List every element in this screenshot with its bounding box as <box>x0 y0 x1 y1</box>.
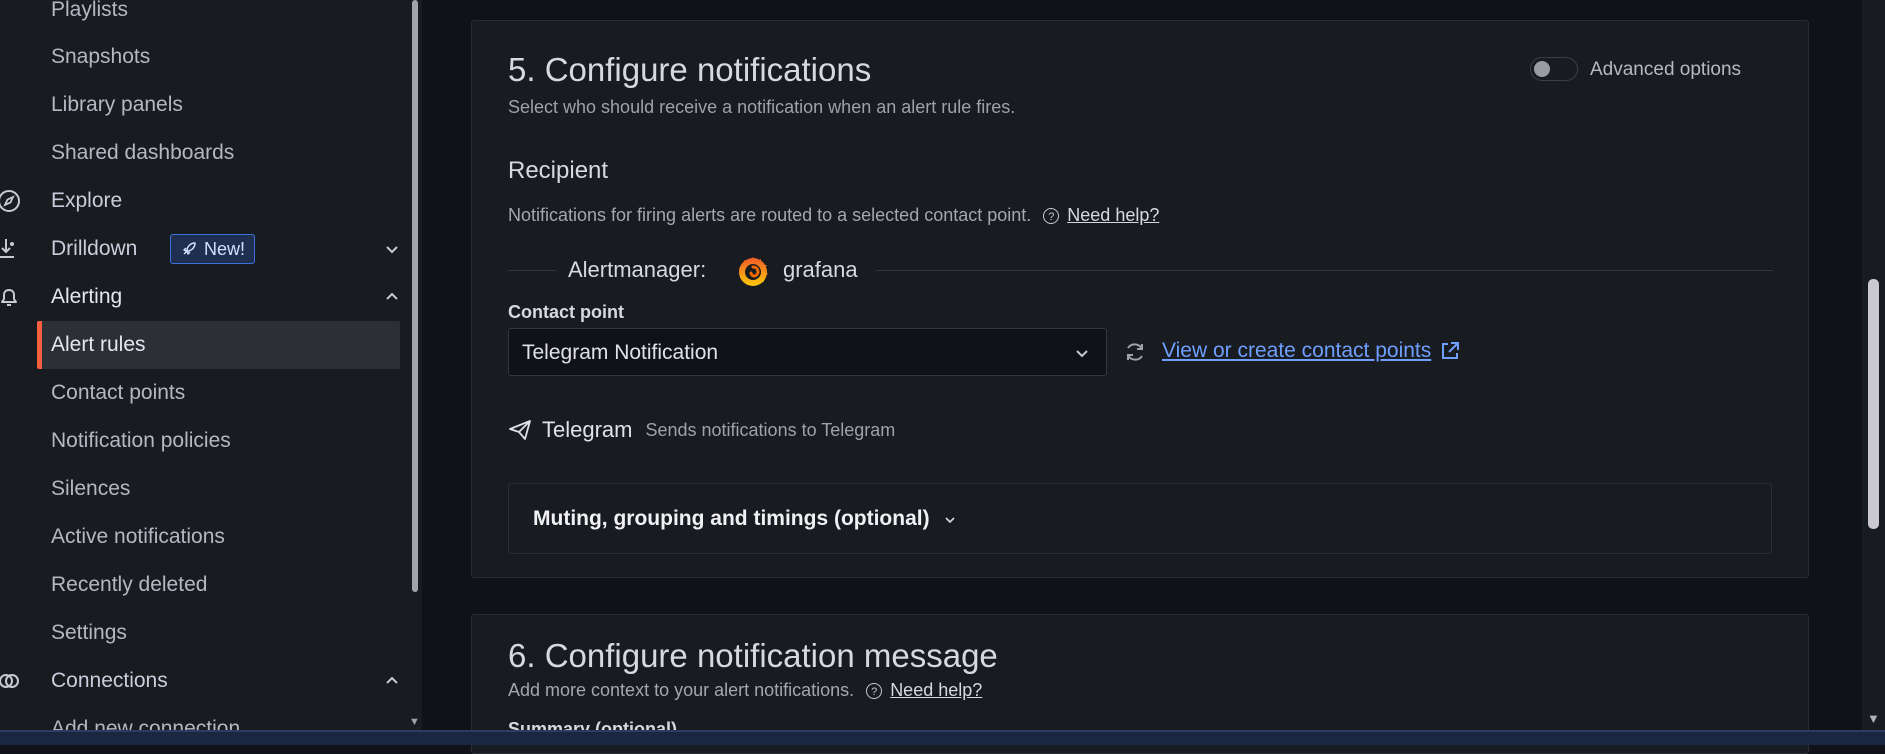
main-scrollbar-thumb[interactable] <box>1868 279 1879 529</box>
taskbar-strip <box>0 730 1885 745</box>
advanced-options-label: Advanced options <box>1590 59 1742 80</box>
contact-point-value: Telegram Notification <box>522 341 719 364</box>
sidebar-item-drilldown[interactable]: Drilldown New! <box>0 225 408 273</box>
sidebar-item-notification-policies[interactable]: Notification policies <box>0 417 408 465</box>
question-circle-icon: ? <box>1043 208 1060 225</box>
sidebar-item-label: Notification policies <box>51 429 231 452</box>
sidebar-item-snapshots[interactable]: Snapshots <box>0 33 408 81</box>
alertmanager-label: Alertmanager: <box>568 257 707 282</box>
sidebar-item-label: Add new connection <box>51 717 241 730</box>
integration-name: Telegram <box>542 417 633 442</box>
section-description: Select who should receive a notification… <box>508 97 1016 117</box>
bell-icon <box>1 289 17 306</box>
main-scrollbar[interactable]: ▼ <box>1862 0 1885 730</box>
recipient-description: Notifications for firing alerts are rout… <box>508 205 1159 226</box>
sidebar-item-label: Playlists <box>51 0 129 21</box>
contact-point-select[interactable]: Telegram Notification <box>508 328 1107 376</box>
sidebar-item-label: Contact points <box>51 381 186 404</box>
sidebar-item-add-new-connection[interactable]: Add new connection <box>0 705 408 730</box>
chevron-down-icon <box>945 517 955 524</box>
sidebar-item-connections[interactable]: Connections <box>0 657 408 705</box>
chevron-down-icon <box>1076 350 1088 358</box>
sidebar-item-alert-rules[interactable]: Alert rules <box>37 321 400 369</box>
sidebar-item-explore[interactable]: Explore <box>0 177 408 225</box>
integration-description: Sends notifications to Telegram <box>645 419 896 440</box>
chevron-down-icon[interactable] <box>384 241 400 257</box>
sidebar-item-recently-deleted[interactable]: Recently deleted <box>0 561 408 609</box>
sidebar-item-playlists[interactable]: Playlists <box>0 0 408 34</box>
alertmanager-name: grafana <box>783 257 858 282</box>
sidebar-item-label: Active notifications <box>51 525 225 548</box>
sidebar-item-label: Shared dashboards <box>51 141 235 164</box>
divider <box>876 270 1773 271</box>
sidebar-item-label: Alerting <box>51 285 123 308</box>
sidebar-item-shared-dashboards[interactable]: Shared dashboards <box>0 129 408 177</box>
sidebar-item-silences[interactable]: Silences <box>0 465 408 513</box>
rocket-icon <box>183 242 196 255</box>
compass-icon <box>0 190 20 212</box>
section-title: 6. Configure notification message <box>508 637 998 674</box>
sidebar-item-label: Recently deleted <box>51 573 208 596</box>
sidebar-scrollbar-thumb[interactable] <box>412 0 418 592</box>
external-link-icon <box>1442 342 1460 359</box>
recipient-heading: Recipient <box>508 157 609 184</box>
advanced-options-toggle[interactable] <box>1530 57 1578 81</box>
sidebar-item-library-panels[interactable]: Library panels <box>0 81 408 129</box>
toggle-knob <box>1534 61 1550 77</box>
section-description-text: Add more context to your alert notificat… <box>508 680 855 700</box>
view-contact-points-link-text: View or create contact points <box>1162 339 1432 362</box>
section-title: 5. Configure notifications <box>508 51 872 88</box>
need-help-link[interactable]: Need help? <box>1067 205 1159 225</box>
recipient-description-text: Notifications for firing alerts are rout… <box>508 205 1032 225</box>
sidebar-item-label: Explore <box>51 189 123 212</box>
sidebar-item-label: Settings <box>51 621 127 644</box>
muting-grouping-timings-collapsible[interactable]: Muting, grouping and timings (optional) <box>508 483 1772 554</box>
sidebar-item-label: Alert rules <box>51 333 146 356</box>
connections-icon <box>0 674 19 688</box>
drilldown-icon <box>0 239 14 258</box>
sidebar-item-alerting[interactable]: Alerting <box>0 273 408 321</box>
sidebar-item-active-notifications[interactable]: Active notifications <box>0 513 408 561</box>
question-circle-icon: ? <box>866 683 883 700</box>
configure-notifications-section: 5. Configure notifications Select who sh… <box>471 20 1809 578</box>
grafana-logo-icon <box>739 257 768 286</box>
new-badge-label: New! <box>204 238 246 259</box>
divider <box>508 270 556 271</box>
sidebar-item-label: Connections <box>51 669 168 692</box>
sidebar-scrollbar[interactable]: ▼ <box>408 0 422 730</box>
scroll-down-arrow-icon[interactable]: ▼ <box>409 716 420 728</box>
sidebar-item-label: Snapshots <box>51 45 151 68</box>
sidebar-item-label: Silences <box>51 477 131 500</box>
sidebar-item-contact-points[interactable]: Contact points <box>0 369 408 417</box>
main-content: 5. Configure notifications Select who sh… <box>422 0 1862 754</box>
integration-row: Telegram Sends notifications to Telegram <box>508 417 895 443</box>
refresh-icon[interactable] <box>1122 339 1148 365</box>
sidebar-item-label: Drilldown <box>51 237 138 260</box>
view-contact-points-link[interactable]: View or create contact points <box>1162 339 1461 363</box>
need-help-link[interactable]: Need help? <box>890 680 982 700</box>
section-description: Add more context to your alert notificat… <box>508 680 982 701</box>
scroll-down-arrow-icon[interactable]: ▼ <box>1867 711 1880 726</box>
telegram-send-icon <box>509 420 531 440</box>
chevron-up-icon[interactable] <box>384 673 400 689</box>
muting-grouping-title: Muting, grouping and timings (optional) <box>533 507 930 530</box>
new-badge: New! <box>170 234 256 264</box>
sidebar-item-label: Library panels <box>51 93 183 116</box>
sidebar-item-settings[interactable]: Settings <box>0 609 408 657</box>
sidebar-nav: Playlists Snapshots Library panels Share… <box>0 0 408 730</box>
chevron-up-icon[interactable] <box>384 289 400 305</box>
contact-point-label: Contact point <box>508 302 624 322</box>
